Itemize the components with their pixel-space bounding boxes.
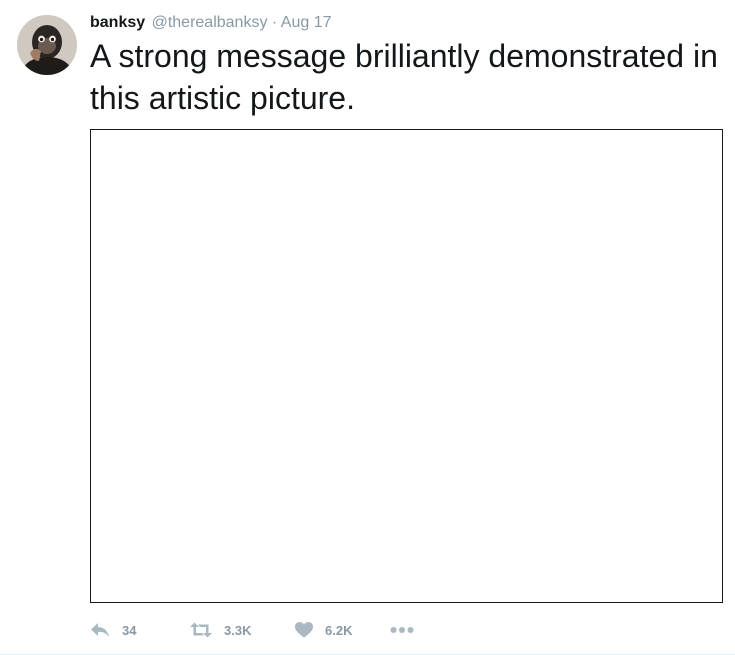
- reply-icon: [90, 622, 110, 638]
- tweet: banksy @therealbanksy · Aug 17 A strong …: [0, 0, 735, 655]
- more-options-button[interactable]: [390, 626, 414, 634]
- more-dots-icon: [390, 626, 414, 634]
- reply-count: 34: [122, 622, 137, 638]
- reply-button[interactable]: 34: [90, 622, 190, 638]
- retweet-icon: [190, 622, 212, 638]
- like-count: 6.2K: [325, 622, 353, 638]
- retweet-button[interactable]: 3.3K: [190, 622, 295, 638]
- like-button[interactable]: 6.2K: [295, 622, 390, 638]
- avatar[interactable]: [17, 15, 77, 75]
- heart-icon: [295, 622, 313, 638]
- retweet-count: 3.3K: [224, 622, 252, 638]
- tweet-actions: 34 3.3K 6.2K: [90, 619, 414, 641]
- tweet-text: A strong message brilliantly demonstrate…: [90, 38, 718, 116]
- author-display-name[interactable]: banksy: [90, 14, 145, 31]
- tweet-timestamp[interactable]: Aug 17: [281, 14, 332, 31]
- tweet-media-image[interactable]: [90, 129, 723, 603]
- tweet-header: banksy @therealbanksy · Aug 17: [90, 13, 332, 33]
- author-handle[interactable]: @therealbanksy: [152, 14, 268, 31]
- header-separator: ·: [271, 14, 278, 31]
